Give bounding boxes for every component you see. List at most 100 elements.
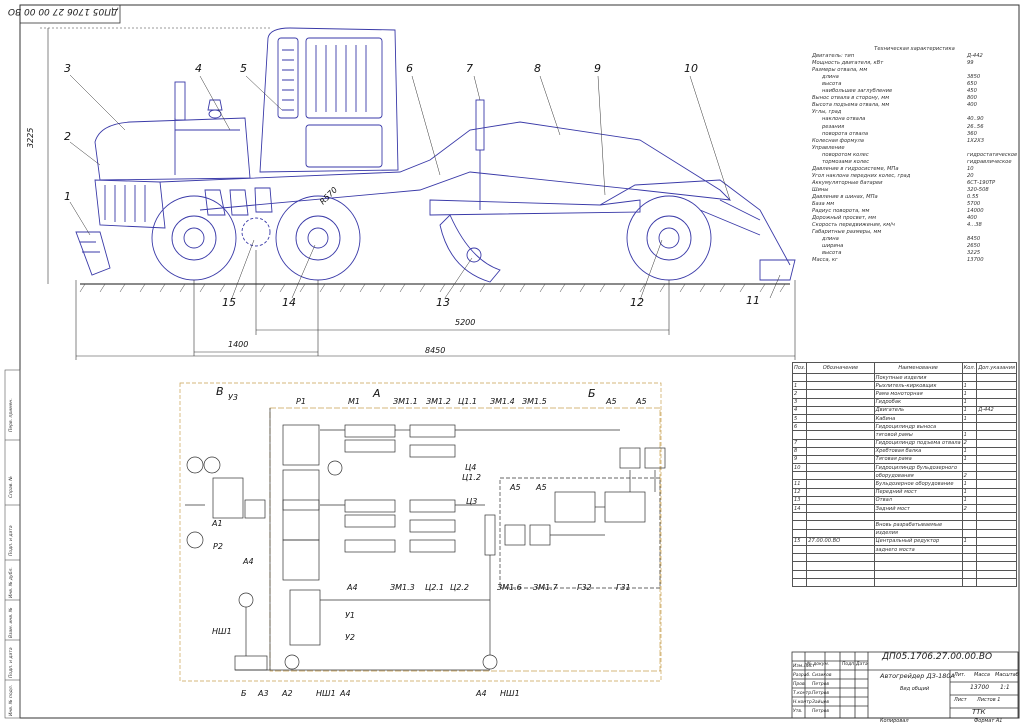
bom-cell-name: Гидроцилиндр бульдозерного xyxy=(873,463,963,473)
schematic-label: Ц2.2 xyxy=(450,583,469,592)
bom-cell-code xyxy=(806,405,875,415)
spec-value: 3225 xyxy=(967,250,981,257)
doc-code: ДП05.1706.27.00.00.ВО xyxy=(882,652,993,662)
bom-cell-code xyxy=(806,430,875,440)
part-number: 13 xyxy=(436,296,450,309)
specs-title: Техническая характеристика xyxy=(874,46,955,52)
spec-row: наибольшее заглубление 450 xyxy=(812,88,1017,95)
person-name: Сизиков xyxy=(812,673,832,678)
bom-cell-name: изделия xyxy=(873,528,963,538)
ground-line xyxy=(79,283,790,293)
spec-value: 26..56 xyxy=(967,123,984,130)
schematic-label: ЗМ1.3 xyxy=(390,583,415,592)
spec-value: 2650 xyxy=(967,243,981,250)
bom-cell-note xyxy=(976,471,1017,481)
bom-row: Покупные изделия xyxy=(791,372,1017,383)
bom-cell-qty xyxy=(961,463,978,473)
technical-specs: Техническая характеристика Двигатель: ти… xyxy=(812,46,1017,264)
bom-cell-pos: 1 xyxy=(791,381,808,391)
bom-cell-qty xyxy=(961,372,978,383)
spec-value: 800 xyxy=(967,95,977,102)
spec-key: длина xyxy=(822,236,839,243)
person-name: Зайцев xyxy=(812,700,830,705)
bom-cell-qty xyxy=(961,422,978,432)
spec-row: Давление в шинах, МПа 0.55 xyxy=(812,194,1017,201)
bom-cell-name: Гидроцилиндр подъема отвала xyxy=(873,438,963,448)
bom-cell-note xyxy=(976,536,1017,546)
col-number-header: № докум. xyxy=(807,662,830,667)
bom-row xyxy=(791,577,1017,587)
bom-cell-pos xyxy=(791,569,808,579)
bom-cell-note xyxy=(976,544,1017,555)
part-number: 12 xyxy=(630,296,644,309)
schematic-label: А2 xyxy=(282,689,293,698)
spec-key: наклона отвала xyxy=(822,116,866,123)
spec-key: Дорожный просвет, мм xyxy=(812,215,876,222)
schematic-label: ЗМ1.1 xyxy=(393,397,418,406)
schematic-label: У2 xyxy=(345,633,355,642)
bom-row xyxy=(791,553,1017,563)
sheets-label: Листов 1 xyxy=(977,697,1001,703)
part-number: 11 xyxy=(746,294,760,307)
bom-cell-code xyxy=(806,446,875,456)
bom-cell-pos: 13 xyxy=(791,495,808,506)
schematic-label: Г32 xyxy=(577,583,592,592)
bom-cell-code xyxy=(806,544,875,555)
schematic-label: А5 xyxy=(606,397,617,406)
spec-row: высота 3225 xyxy=(812,250,1017,257)
spec-row: длина 8450 xyxy=(812,236,1017,243)
bom-row: тяговой рамы 1 xyxy=(791,430,1017,440)
side-stamp: Подп. и дата xyxy=(9,647,14,678)
spec-value: 1Х2Х3 xyxy=(967,137,985,144)
bom-row: 3 Гидробак 1 xyxy=(791,397,1017,407)
bom-header: Наименование xyxy=(873,362,963,374)
bom-cell-qty: 1 xyxy=(961,430,978,440)
bom-cell-name: Хребтовая балка xyxy=(873,446,963,456)
spec-row: Дорожный просвет, мм 400 xyxy=(812,215,1017,222)
bom-header: Обозначение xyxy=(806,362,875,374)
person-name: Петров xyxy=(812,691,830,696)
spec-row: Колесная формула 1Х2Х3 xyxy=(812,138,1017,145)
spec-row: поворотом колес гидростатическое xyxy=(812,152,1017,159)
spec-key: Скорость передвижения, км/ч xyxy=(812,222,895,229)
schematic-label: А4 xyxy=(347,583,358,592)
schematic-label: Р1 xyxy=(296,397,306,406)
spec-value: 650 xyxy=(967,81,977,88)
bom-cell-code xyxy=(806,413,875,424)
schematic-label: А4 xyxy=(243,557,254,566)
spec-key: Колесная формула xyxy=(812,137,864,144)
bom-cell-code xyxy=(806,381,875,391)
spec-value xyxy=(967,109,1017,116)
bom-cell-note xyxy=(976,463,1017,473)
side-stamp: Взам. инв. № xyxy=(9,607,14,638)
bom-header: Поз. xyxy=(791,362,808,374)
bom-cell-code xyxy=(806,454,875,465)
spec-row: Высота подъема отвала, мм 400 xyxy=(812,102,1017,109)
bom-cell-qty xyxy=(961,577,978,587)
bom-cell-name xyxy=(873,577,963,587)
spec-value: 400 xyxy=(967,102,977,109)
spec-row: Давление в гидросистеме, МПа 10 xyxy=(812,166,1017,173)
bom-cell-note xyxy=(976,569,1017,579)
schematic-label: А3 xyxy=(258,689,269,698)
spec-row: ширина 2650 xyxy=(812,243,1017,250)
bom-cell-pos xyxy=(791,561,808,571)
spec-value: 40..90 xyxy=(967,116,984,123)
schematic-label: Ц1.1 xyxy=(458,397,477,406)
drawing-code-rotated: ДП05 1706 27 00 00 ВО xyxy=(7,6,118,16)
bom-cell-pos xyxy=(791,520,808,530)
stage-header: Лит. xyxy=(954,672,966,678)
bom-cell-note xyxy=(976,413,1017,424)
bom-cell-code xyxy=(806,503,875,514)
spec-key: Размеры отвала, мм xyxy=(812,67,868,74)
bom-cell-qty: 1 xyxy=(961,479,978,489)
bom-cell-code xyxy=(806,528,875,538)
bom-cell-note xyxy=(976,438,1017,448)
bom-cell-qty xyxy=(961,512,978,522)
bom-row xyxy=(791,512,1017,522)
bom-row xyxy=(791,561,1017,571)
dimension-lines xyxy=(40,27,796,360)
spec-value: 320-508 xyxy=(967,186,989,193)
bom-cell-code xyxy=(806,561,875,571)
spec-row: Аккумуляторные батареи 6СТ-190ТР xyxy=(812,180,1017,187)
